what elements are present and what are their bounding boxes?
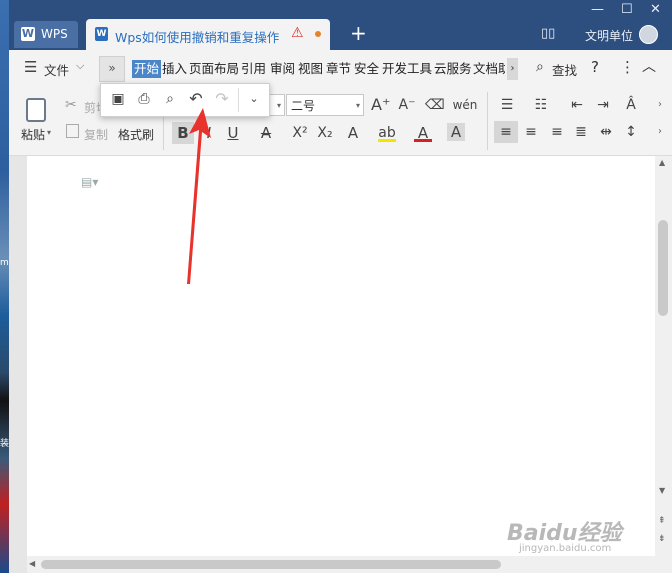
- warning-icon: ⚠: [291, 25, 304, 41]
- tab-page-layout[interactable]: 页面布局: [189, 60, 239, 78]
- tabs-scroll-right-button[interactable]: ›: [507, 58, 518, 80]
- print-icon[interactable]: ⎙: [135, 90, 153, 108]
- bullet-list-icon[interactable]: ☰: [498, 96, 516, 114]
- distributed-align-button[interactable]: ⇹: [597, 123, 615, 141]
- tab-view[interactable]: 视图: [298, 60, 323, 78]
- tab-wps-label: WPS: [41, 27, 68, 41]
- horizontal-scrollbar[interactable]: ◀: [27, 556, 672, 573]
- desktop-fragment: 装: [0, 439, 10, 449]
- chevron-down-icon[interactable]: ⌵: [76, 59, 84, 73]
- chevron-down-icon: ▾: [276, 101, 281, 110]
- more-options-button[interactable]: ⋮: [620, 58, 635, 76]
- align-center-button[interactable]: ≡: [522, 123, 540, 141]
- font-size-select[interactable]: 二号 ▾: [286, 94, 364, 116]
- tab-developer[interactable]: 开发工具: [382, 60, 432, 78]
- file-menu[interactable]: 文件: [44, 60, 69, 79]
- chevron-down-icon: ▾: [355, 101, 360, 110]
- cut-button[interactable]: 剪切: [84, 99, 100, 116]
- tab-cloud[interactable]: 云服务: [434, 60, 472, 78]
- document-page[interactable]: [27, 156, 655, 556]
- avatar[interactable]: [639, 25, 658, 44]
- decrease-indent-icon[interactable]: ⇤: [568, 96, 586, 114]
- font-size-value: 二号: [291, 99, 316, 113]
- ribbon-scroll-right[interactable]: ›: [658, 126, 662, 137]
- tab-security[interactable]: 安全: [354, 60, 379, 78]
- left-ruler: [9, 156, 27, 573]
- prev-page-icon[interactable]: ⇞: [658, 516, 666, 526]
- copy-button[interactable]: 复制: [84, 126, 108, 143]
- superscript-button[interactable]: X²: [291, 124, 309, 142]
- clear-format-icon[interactable]: ⌫: [425, 96, 445, 114]
- font-color-button[interactable]: A: [414, 124, 432, 142]
- tab-review[interactable]: 审阅: [270, 60, 295, 78]
- highlight-button[interactable]: ab: [378, 124, 396, 142]
- writer-doc-icon: W: [95, 27, 108, 41]
- desktop-fragment: m: [0, 258, 9, 268]
- line-spacing-button[interactable]: ↕: [622, 123, 640, 141]
- user-name[interactable]: 文明单位: [585, 27, 633, 44]
- desktop-background: [0, 0, 9, 573]
- increase-indent-icon[interactable]: ⇥: [594, 96, 612, 114]
- reading-mode-icon[interactable]: ▯▯: [541, 26, 555, 41]
- tab-references[interactable]: 引用: [241, 60, 266, 78]
- divider: [238, 88, 239, 112]
- close-button[interactable]: ✕: [650, 2, 661, 17]
- numbered-list-icon[interactable]: ☷: [532, 96, 550, 114]
- paste-button[interactable]: 粘贴: [21, 126, 45, 143]
- decrease-font-icon[interactable]: A⁻: [398, 96, 416, 114]
- new-tab-button[interactable]: +: [350, 21, 367, 45]
- text-effect-button[interactable]: A: [344, 124, 362, 142]
- hamburger-icon[interactable]: ☰: [24, 58, 37, 76]
- help-button[interactable]: ?: [591, 58, 599, 76]
- align-right-button[interactable]: ≡: [548, 123, 566, 141]
- maximize-button[interactable]: ☐: [621, 2, 633, 17]
- paste-icon[interactable]: [26, 98, 46, 122]
- underline-button[interactable]: U: [224, 124, 242, 142]
- divider: [487, 92, 488, 150]
- paste-dropdown-icon[interactable]: ▾: [47, 128, 51, 137]
- unsaved-dot-icon: [315, 31, 321, 37]
- justify-button[interactable]: ≣: [572, 123, 590, 141]
- scroll-up-arrow[interactable]: ▲: [659, 158, 665, 167]
- increase-font-icon[interactable]: A⁺: [371, 96, 390, 114]
- watermark-url: jingyan.baidu.com: [519, 543, 612, 554]
- format-painter-button[interactable]: 格式刷: [118, 126, 154, 143]
- align-left-button[interactable]: ≡: [494, 121, 518, 143]
- scroll-thumb[interactable]: [658, 220, 668, 316]
- ribbon-scroll-right[interactable]: ›: [658, 99, 662, 110]
- subscript-button[interactable]: X₂: [316, 124, 334, 142]
- paragraph-marker-icon[interactable]: ▤▾: [81, 175, 98, 189]
- font-name-select[interactable]: ▾: [268, 94, 285, 116]
- search-icon[interactable]: ⌕: [536, 59, 544, 75]
- minimize-button[interactable]: —: [591, 2, 604, 17]
- scroll-down-arrow[interactable]: ▼: [659, 486, 665, 495]
- next-page-icon[interactable]: ⇟: [658, 534, 666, 544]
- text-direction-icon[interactable]: Â: [622, 96, 640, 114]
- annotation-arrow: [187, 108, 211, 284]
- copy-icon[interactable]: [66, 124, 79, 138]
- save-icon[interactable]: ▣: [109, 90, 127, 108]
- tab-doc-assistant[interactable]: 文档助: [473, 60, 505, 78]
- tab-document[interactable]: W Wps如何使用撤销和重复操作 ⚠: [86, 19, 330, 50]
- tab-chapter[interactable]: 章节: [326, 60, 351, 78]
- tab-document-title: Wps如何使用撤销和重复操作: [115, 30, 280, 45]
- tab-home[interactable]: 开始: [132, 60, 162, 78]
- scroll-thumb[interactable]: [41, 560, 501, 569]
- search-button[interactable]: 查找: [552, 60, 577, 79]
- scissors-icon[interactable]: ✂: [65, 97, 77, 113]
- tab-insert[interactable]: 插入: [162, 60, 187, 78]
- scroll-left-arrow[interactable]: ◀: [29, 559, 35, 568]
- expand-quick-access-button[interactable]: »: [99, 56, 125, 82]
- customize-quick-access-icon[interactable]: ⌄: [245, 90, 263, 108]
- wps-logo-icon: W: [21, 27, 35, 41]
- char-shading-button[interactable]: A: [447, 123, 465, 141]
- phonetic-guide-icon[interactable]: wén: [452, 96, 478, 114]
- strikethrough-button[interactable]: A: [257, 124, 275, 142]
- vertical-scrollbar[interactable]: ▲ ▼ ⇞ ⇟: [655, 156, 672, 556]
- collapse-ribbon-button[interactable]: ︿: [642, 56, 656, 76]
- tab-wps-home[interactable]: W WPS: [14, 21, 78, 48]
